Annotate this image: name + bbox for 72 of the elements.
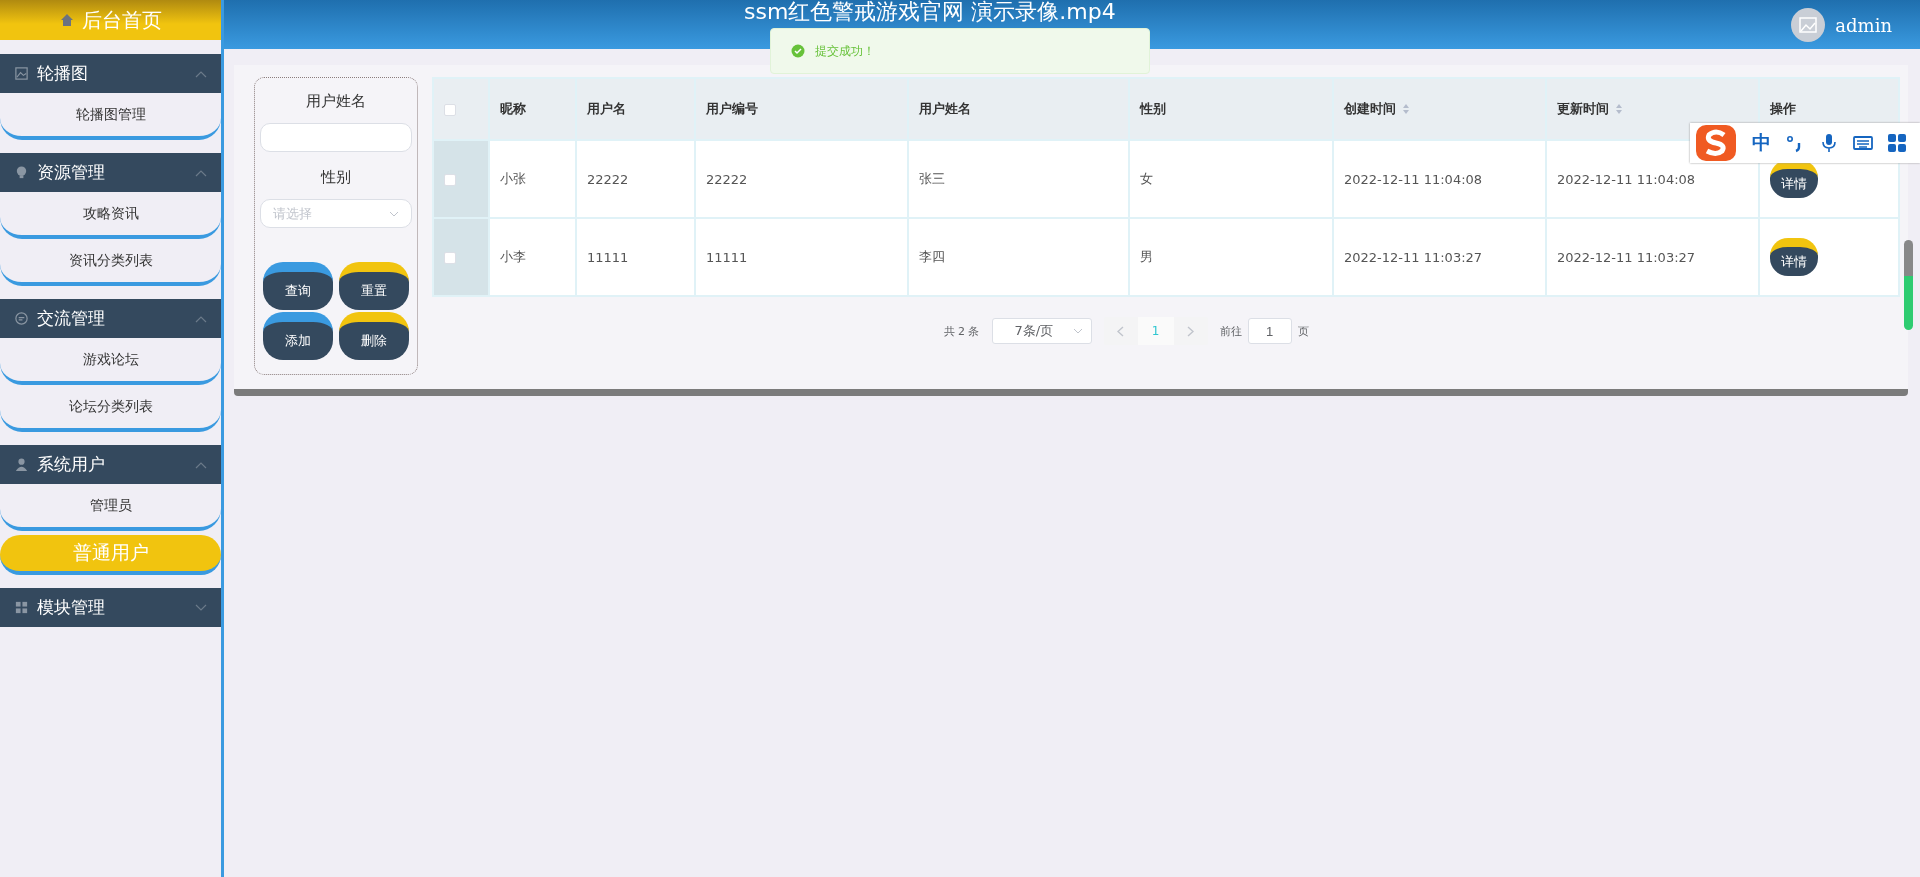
check-icon — [791, 44, 805, 58]
column-header: 用户编号 — [695, 78, 908, 140]
row-checkbox[interactable] — [444, 174, 456, 186]
action-button[interactable]: 重置 — [339, 262, 409, 310]
table-cell: 2022-12-11 11:03:27 — [1546, 218, 1759, 296]
previous-page-icon[interactable] — [1117, 325, 1124, 337]
table-cell: 11111 — [576, 218, 695, 296]
chevron-up-icon — [195, 460, 207, 469]
user-icon — [14, 457, 29, 472]
table-cell: 女 — [1129, 140, 1333, 218]
sort-icon[interactable] — [1615, 103, 1623, 115]
select-all-checkbox[interactable] — [444, 104, 456, 116]
table-cell: 22222 — [695, 140, 908, 218]
page-input-field[interactable]: 1 — [1247, 318, 1292, 344]
column-header: 性别 — [1129, 78, 1333, 140]
column-header: 用户姓名 — [908, 78, 1129, 140]
field-label: 用户姓名 — [306, 92, 366, 111]
next-page-icon[interactable] — [1187, 325, 1194, 337]
table-cell: 小张 — [489, 140, 576, 218]
menu-group-header[interactable]: 交流管理 — [0, 299, 221, 338]
lightbulb-icon — [14, 165, 29, 180]
menu-group-title: 模块管理 — [37, 596, 106, 619]
chevron-down-icon[interactable] — [389, 210, 399, 217]
username[interactable]: admin — [1835, 14, 1892, 36]
menu-group-title: 轮播图 — [37, 62, 89, 85]
field-label: 性别 — [321, 168, 351, 187]
table-cell: 11111 — [695, 218, 908, 296]
menu-group-header[interactable]: 资源管理 — [0, 153, 221, 192]
image-icon — [14, 66, 29, 81]
column-header: 用户名 — [576, 78, 695, 140]
chevron-up-icon — [195, 314, 207, 323]
menu-group-header[interactable]: 轮播图 — [0, 54, 221, 93]
chevron-down-icon — [195, 603, 207, 612]
column-header[interactable]: 创建时间 — [1333, 78, 1546, 140]
menu-group-title: 交流管理 — [37, 307, 106, 330]
menu-group-header[interactable]: 模块管理 — [0, 588, 221, 627]
goto-label: 前往 — [1219, 323, 1242, 339]
menu-group-title: 资源管理 — [37, 161, 106, 184]
row-checkbox[interactable] — [444, 252, 456, 264]
input-method-logo-icon[interactable] — [1694, 123, 1738, 163]
home-icon — [59, 13, 74, 27]
table-cell: 2022-12-11 11:03:27 — [1333, 218, 1546, 296]
action-button[interactable]: 删除 — [339, 312, 409, 360]
page-suffix: 页 — [1297, 323, 1309, 339]
apps-icon[interactable] — [1887, 133, 1907, 153]
page-size-select[interactable]: 7条/页 — [991, 318, 1092, 344]
scrollbar[interactable] — [1904, 240, 1913, 330]
chat-bubble-icon — [14, 311, 29, 326]
chevron-up-icon — [195, 69, 207, 78]
menu-group-title: 系统用户 — [37, 453, 106, 476]
table-cell: 22222 — [576, 140, 695, 218]
grid-icon — [14, 600, 29, 615]
microphone-icon[interactable] — [1819, 133, 1839, 153]
keyboard-icon[interactable] — [1853, 133, 1873, 153]
video-title: ssm红色警戒游戏官网 演示录像.mp4 — [744, 0, 1116, 24]
total-count: 共 2 条 — [943, 323, 980, 339]
name-input-field[interactable] — [260, 123, 412, 152]
table-cell: 2022-12-11 11:04:08 — [1333, 140, 1546, 218]
chevron-up-icon — [195, 168, 207, 177]
details-button[interactable]: 详情 — [1770, 238, 1818, 276]
toast-message: 提交成功！ — [815, 42, 875, 60]
table-cell: 男 — [1129, 218, 1333, 296]
table-cell: 张三 — [908, 140, 1129, 218]
action-button[interactable]: 添加 — [263, 312, 333, 360]
chevron-down-icon[interactable] — [1072, 328, 1083, 334]
action-button[interactable]: 查询 — [263, 262, 333, 310]
menu-group-header[interactable]: 系统用户 — [0, 445, 221, 484]
avatar-icon[interactable] — [1791, 8, 1826, 42]
column-header: 昵称 — [489, 78, 576, 140]
table-cell: 李四 — [908, 218, 1129, 296]
sort-icon[interactable] — [1402, 103, 1410, 115]
table-cell: 小李 — [489, 218, 576, 296]
